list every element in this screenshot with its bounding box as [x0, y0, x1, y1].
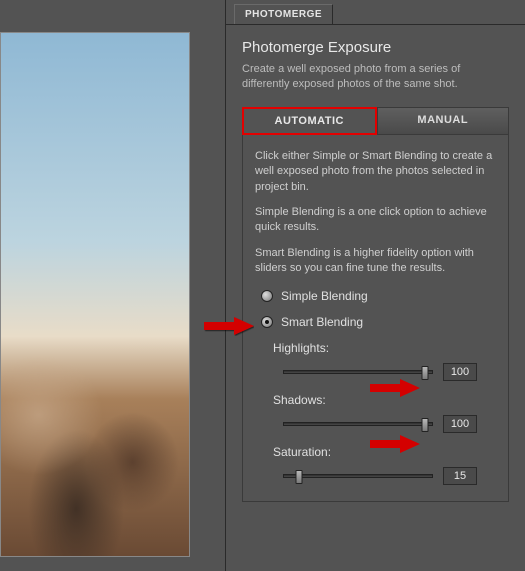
highlights-slider[interactable] [283, 370, 433, 374]
photo-preview [0, 32, 190, 557]
slider-thumb-icon[interactable] [421, 418, 428, 432]
radio-smart-blending[interactable]: Smart Blending [261, 315, 496, 329]
saturation-value[interactable]: 15 [443, 467, 477, 485]
slider-highlights: Highlights: 100 [273, 341, 496, 381]
photomerge-panel: PHOTOMERGE Photomerge Exposure Create a … [225, 0, 525, 571]
radio-icon [261, 316, 273, 328]
panel-description: Create a well exposed photo from a serie… [242, 62, 509, 93]
intro-text-1: Click either Simple or Smart Blending to… [255, 149, 496, 195]
panel-title: Photomerge Exposure [242, 39, 509, 56]
automatic-content: Click either Simple or Smart Blending to… [242, 135, 509, 502]
slider-thumb-icon[interactable] [421, 366, 428, 380]
radio-simple-blending[interactable]: Simple Blending [261, 289, 496, 303]
shadows-value[interactable]: 100 [443, 415, 477, 433]
slider-label-saturation: Saturation: [273, 445, 496, 459]
mode-tabs: AUTOMATIC MANUAL [242, 107, 509, 135]
slider-shadows: Shadows: 100 [273, 393, 496, 433]
intro-text-3: Smart Blending is a higher fidelity opti… [255, 246, 496, 277]
shadows-slider[interactable] [283, 422, 433, 426]
slider-thumb-icon[interactable] [295, 470, 302, 484]
slider-saturation: Saturation: 15 [273, 445, 496, 485]
panel-tab[interactable]: PHOTOMERGE [234, 4, 333, 24]
slider-label-shadows: Shadows: [273, 393, 496, 407]
saturation-slider[interactable] [283, 474, 433, 478]
intro-text-2: Simple Blending is a one click option to… [255, 205, 496, 236]
radio-icon [261, 290, 273, 302]
panel-body: Photomerge Exposure Create a well expose… [226, 24, 525, 512]
tab-automatic[interactable]: AUTOMATIC [242, 107, 377, 135]
radio-label-smart: Smart Blending [281, 315, 363, 329]
tab-manual[interactable]: MANUAL [377, 107, 510, 135]
highlights-value[interactable]: 100 [443, 363, 477, 381]
slider-label-highlights: Highlights: [273, 341, 496, 355]
radio-label-simple: Simple Blending [281, 289, 368, 303]
